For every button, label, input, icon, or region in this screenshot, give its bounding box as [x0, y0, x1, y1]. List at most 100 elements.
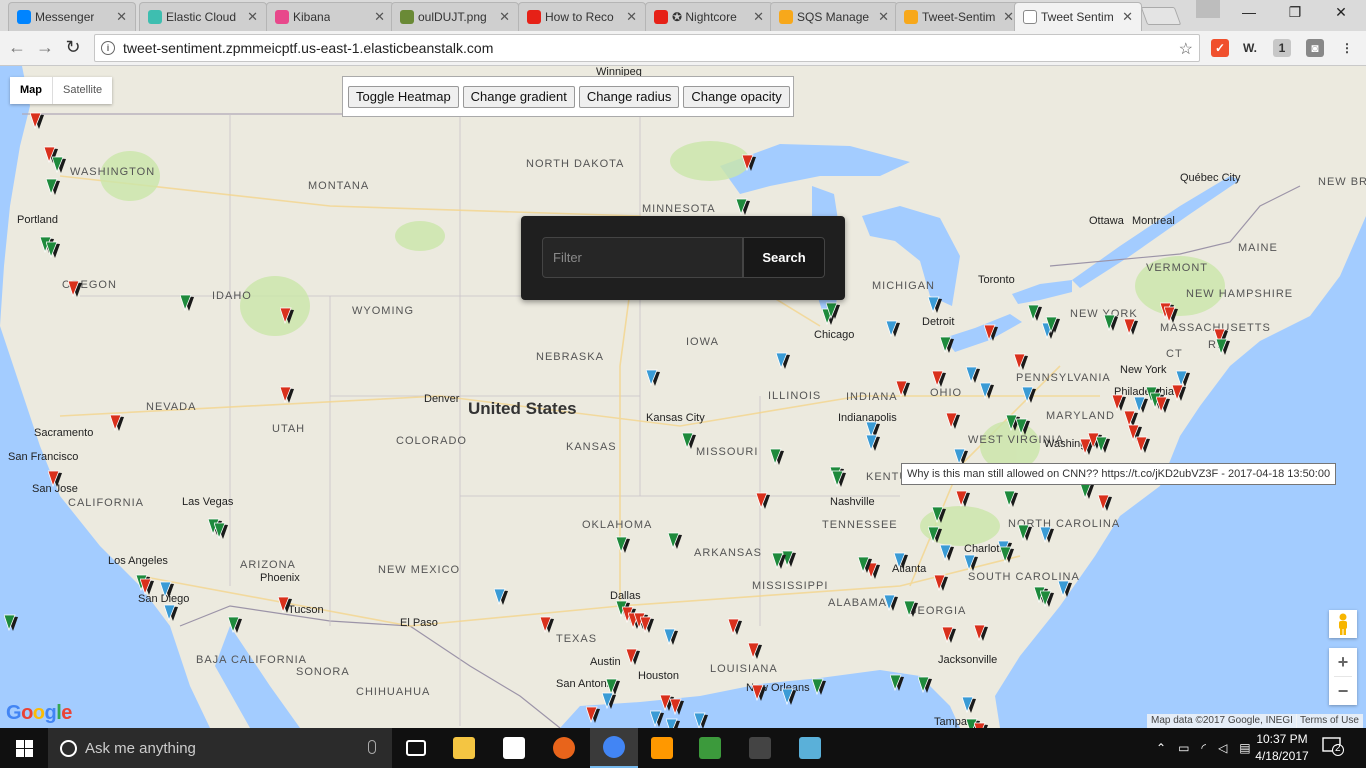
zoom-out-button[interactable]: −: [1329, 677, 1357, 705]
tweet-marker-icon[interactable]: [884, 594, 898, 612]
tweet-marker-icon[interactable]: [46, 241, 60, 259]
volume-icon[interactable]: ◁: [1218, 741, 1227, 755]
wifi-icon[interactable]: ◜: [1201, 741, 1206, 755]
tweet-marker-icon[interactable]: [928, 296, 942, 314]
profile-button[interactable]: [1196, 0, 1220, 18]
address-bar[interactable]: i tweet-sentiment.zpmmeicptf.us-east-1.e…: [94, 34, 1200, 62]
browser-tab[interactable]: ✪ Nightcore ✕: [645, 2, 773, 31]
menu-icon[interactable]: ⋮: [1338, 39, 1356, 57]
tweet-marker-icon[interactable]: [1216, 338, 1230, 356]
tweet-marker-icon[interactable]: [278, 596, 292, 614]
tweet-marker-icon[interactable]: [1164, 306, 1178, 324]
reload-button[interactable]: ↻: [62, 38, 84, 56]
browser-tab[interactable]: Messenger ✕: [8, 2, 136, 31]
tweet-marker-icon[interactable]: [640, 616, 654, 634]
tweet-marker-icon[interactable]: [1124, 318, 1138, 336]
tweet-marker-icon[interactable]: [30, 112, 44, 130]
change-radius-button[interactable]: Change radius: [578, 85, 680, 108]
tweet-marker-icon[interactable]: [742, 154, 756, 172]
zoom-in-button[interactable]: +: [1329, 648, 1357, 676]
tray-chevron-icon[interactable]: ⌃: [1156, 741, 1166, 755]
adblock-icon[interactable]: 1: [1273, 39, 1291, 57]
tweet-marker-icon[interactable]: [772, 552, 786, 570]
tweet-marker-icon[interactable]: [668, 532, 682, 550]
browser-tab[interactable]: Kibana ✕: [266, 2, 394, 31]
tweet-marker-icon[interactable]: [934, 574, 948, 592]
info-icon[interactable]: i: [101, 41, 115, 55]
tweet-marker-icon[interactable]: [770, 448, 784, 466]
notes-icon[interactable]: [786, 728, 834, 768]
tweet-marker-icon[interactable]: [48, 470, 62, 488]
store-icon[interactable]: [490, 728, 538, 768]
tweet-marker-icon[interactable]: [776, 352, 790, 370]
browser-tab[interactable]: oulDUJT.png ✕: [391, 2, 519, 31]
tab-close-icon[interactable]: ✕: [1003, 9, 1014, 25]
tweet-marker-icon[interactable]: [52, 156, 66, 174]
maximize-button[interactable]: ❐: [1272, 4, 1318, 21]
tweet-marker-icon[interactable]: [782, 688, 796, 706]
terminal-icon[interactable]: [736, 728, 784, 768]
tweet-marker-icon[interactable]: [602, 692, 616, 710]
tweet-marker-icon[interactable]: [1104, 314, 1118, 332]
tweet-marker-icon[interactable]: [728, 618, 742, 636]
tweet-marker-icon[interactable]: [1098, 494, 1112, 512]
tweet-marker-icon[interactable]: [164, 604, 178, 622]
tweet-marker-icon[interactable]: [1016, 418, 1030, 436]
tweet-marker-icon[interactable]: [890, 674, 904, 692]
tweet-marker-icon[interactable]: [918, 676, 932, 694]
tab-close-icon[interactable]: ✕: [878, 9, 889, 25]
tweet-marker-icon[interactable]: [1014, 353, 1028, 371]
bookmark-star-icon[interactable]: ☆: [1179, 39, 1193, 59]
tweet-marker-icon[interactable]: [928, 526, 942, 544]
word-icon[interactable]: W.: [1241, 39, 1259, 57]
tweet-marker-icon[interactable]: [894, 552, 908, 570]
minimize-button[interactable]: —: [1226, 4, 1272, 20]
search-button[interactable]: Search: [743, 237, 825, 278]
tweet-marker-icon[interactable]: [866, 434, 880, 452]
tweet-marker-icon[interactable]: [1172, 384, 1186, 402]
filter-input[interactable]: [542, 237, 743, 278]
tweet-marker-icon[interactable]: [956, 490, 970, 508]
tweet-marker-icon[interactable]: [756, 492, 770, 510]
map-type-satellite-button[interactable]: Satellite: [53, 77, 112, 104]
task-view-icon[interactable]: [392, 728, 440, 768]
tweet-marker-icon[interactable]: [626, 648, 640, 666]
tweet-marker-icon[interactable]: [1040, 526, 1054, 544]
tweet-marker-icon[interactable]: [932, 506, 946, 524]
toggle-heatmap-button[interactable]: Toggle Heatmap: [348, 85, 459, 108]
tweet-marker-icon[interactable]: [694, 712, 708, 728]
terms-of-use-link[interactable]: Terms of Use: [1296, 714, 1363, 728]
tweet-marker-icon[interactable]: [946, 412, 960, 430]
battery-icon[interactable]: ▭: [1178, 741, 1189, 755]
tweet-marker-icon[interactable]: [670, 698, 684, 716]
file-explorer-icon[interactable]: [440, 728, 488, 768]
tweet-marker-icon[interactable]: [1018, 524, 1032, 542]
firefox-icon[interactable]: [540, 728, 588, 768]
tweet-marker-icon[interactable]: [974, 624, 988, 642]
tweet-marker-icon[interactable]: [68, 280, 82, 298]
tab-close-icon[interactable]: ✕: [374, 9, 385, 25]
tab-close-icon[interactable]: ✕: [626, 9, 637, 25]
tweet-marker-icon[interactable]: [980, 382, 994, 400]
new-tab-button[interactable]: [1140, 7, 1182, 25]
google-logo[interactable]: Google: [6, 702, 72, 725]
browser-tab[interactable]: SQS Manage ✕: [770, 2, 898, 31]
tweet-marker-icon[interactable]: [964, 554, 978, 572]
change-gradient-button[interactable]: Change gradient: [462, 85, 575, 108]
extension-icon[interactable]: ◙: [1306, 39, 1324, 57]
tweet-marker-icon[interactable]: [752, 684, 766, 702]
tweet-marker-icon[interactable]: [826, 302, 840, 320]
tweet-marker-icon[interactable]: [1040, 590, 1054, 608]
browser-tab[interactable]: Tweet Sentim ✕: [1014, 2, 1142, 31]
tweet-marker-icon[interactable]: [858, 556, 872, 574]
tab-close-icon[interactable]: ✕: [1122, 9, 1133, 25]
browser-tab[interactable]: Tweet-Sentim ✕: [895, 2, 1023, 31]
chrome-icon[interactable]: [590, 728, 638, 768]
microphone-icon[interactable]: [368, 740, 376, 754]
tweet-marker-icon[interactable]: [682, 432, 696, 450]
tweet-marker-icon[interactable]: [940, 544, 954, 562]
tab-close-icon[interactable]: ✕: [753, 9, 764, 25]
tweet-marker-icon[interactable]: [942, 626, 956, 644]
tweet-marker-icon[interactable]: [736, 198, 750, 216]
tweet-marker-icon[interactable]: [932, 370, 946, 388]
